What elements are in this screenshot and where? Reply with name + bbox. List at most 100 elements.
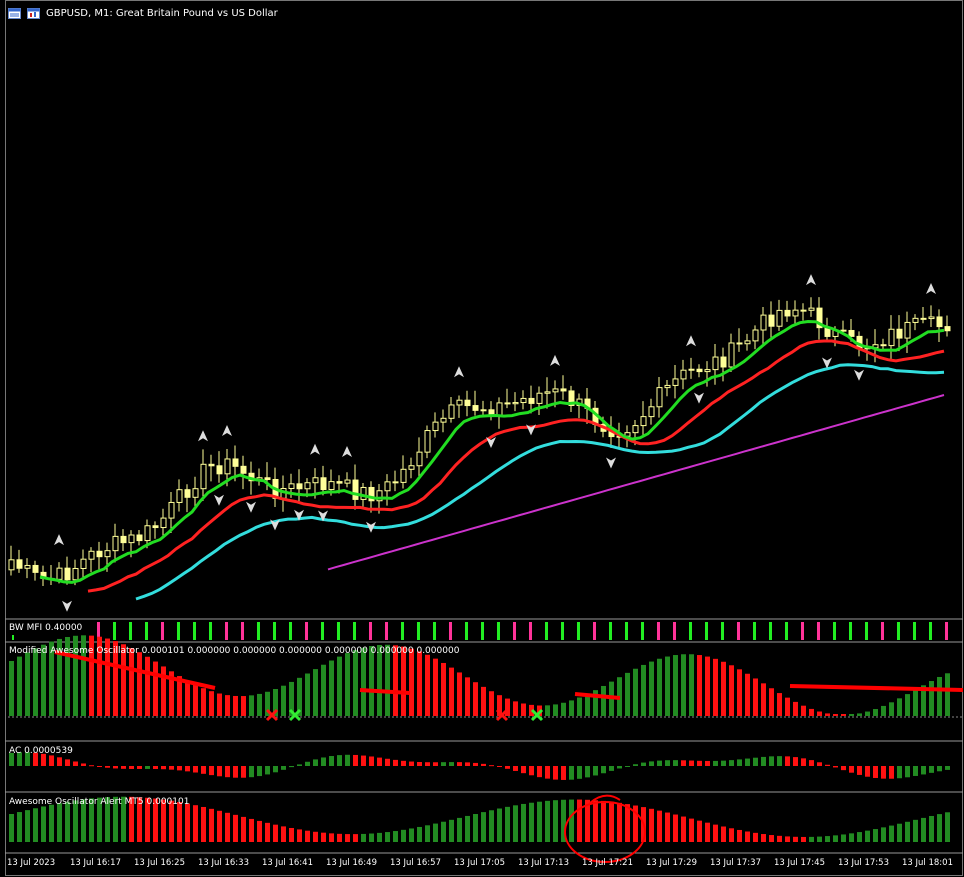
chart-type-icon[interactable] <box>27 7 40 19</box>
mao-bar <box>825 713 830 716</box>
aoa-bar <box>57 803 62 842</box>
aoa-bar <box>665 812 670 842</box>
ac-bar <box>665 760 670 766</box>
mfi-bar <box>401 622 404 640</box>
mao-bar <box>913 689 918 716</box>
aoa-bar <box>217 810 222 842</box>
mao-bar <box>353 650 358 716</box>
window-menu-icon[interactable] <box>8 7 21 19</box>
candle-body <box>88 550 95 560</box>
candle-body <box>168 501 175 519</box>
time-axis-label: 13 Jul 16:17 <box>70 858 121 868</box>
time-axis-label: 13 Jul 16:57 <box>390 858 441 868</box>
mfi-bar <box>417 622 420 640</box>
candle-body <box>448 404 455 419</box>
mfi-pane-label: BW MFI 0.40000 <box>9 623 83 633</box>
aoa-bar <box>521 803 526 842</box>
mao-bar <box>409 648 414 716</box>
mfi-bar <box>769 622 772 640</box>
aoa-bar <box>617 802 622 842</box>
mao-bar <box>249 695 254 716</box>
ac-bar <box>657 760 662 766</box>
aoa-bar <box>313 831 318 842</box>
ac-bar <box>753 757 758 766</box>
candle-body <box>912 317 919 323</box>
mfi-bar <box>641 622 644 640</box>
mfi-bar <box>609 622 612 640</box>
mao-bar <box>17 656 22 716</box>
fractal-down-arrow <box>246 501 256 513</box>
aoa-bar <box>401 829 406 842</box>
aoa-bar <box>721 826 726 842</box>
candle-body <box>104 550 111 558</box>
aoa-bar <box>385 832 390 842</box>
aoa-bar <box>465 815 470 842</box>
mfi-bar <box>785 622 788 640</box>
chart-window[interactable]: GBPUSD, M1: Great Britain Pound vs US Do… <box>0 0 964 877</box>
mao-bar <box>945 673 950 716</box>
candle-body <box>640 416 647 427</box>
mfi-bar <box>289 622 292 640</box>
ac-bar <box>513 766 518 771</box>
ac-bar <box>409 761 414 766</box>
mao-bar <box>761 683 766 716</box>
aoa-bar <box>689 818 694 842</box>
fractal-up-arrow <box>550 354 560 366</box>
mfi-bar <box>321 622 324 640</box>
mfi-bar <box>449 622 452 640</box>
mao-bar <box>841 714 846 716</box>
aoa-bar <box>729 828 734 842</box>
ac-bar <box>641 762 646 766</box>
candle-body <box>936 316 943 328</box>
candle-body <box>736 342 743 345</box>
aoa-bar <box>897 823 902 842</box>
ac-bar <box>873 766 878 778</box>
mao-bar <box>241 696 246 716</box>
ac-bar <box>369 756 374 766</box>
ac-bar <box>225 766 230 778</box>
ac-bar <box>337 755 342 766</box>
candle-body <box>480 409 487 412</box>
mfi-bar <box>305 622 308 640</box>
mao-bar <box>737 669 742 716</box>
ac-bar <box>553 766 558 780</box>
time-axis-label: 13 Jul 2023 <box>7 858 56 868</box>
mao-bar <box>809 708 814 716</box>
ac-bar <box>201 766 206 774</box>
aoa-bar <box>337 833 342 842</box>
mao-bar <box>833 714 838 716</box>
candle-body <box>848 329 855 337</box>
aoa-bar <box>793 836 798 842</box>
mao-bar <box>929 681 934 716</box>
ac-bar <box>185 766 190 772</box>
time-axis-label: 13 Jul 18:01 <box>902 858 953 868</box>
aoa-bar <box>41 806 46 842</box>
ac-bar <box>625 766 630 767</box>
aoa-bar <box>553 800 558 842</box>
ac-bar <box>609 766 614 771</box>
candle-body <box>752 329 759 342</box>
aoa-bar <box>529 802 534 842</box>
mao-bar <box>489 691 494 716</box>
aoa-bar <box>673 814 678 842</box>
aoa-bar <box>193 805 198 842</box>
fractal-down-arrow <box>854 369 864 381</box>
ac-pane-label: AC 0.0000539 <box>9 746 73 756</box>
mao-bar <box>473 682 478 716</box>
mfi-bar <box>161 622 164 640</box>
ac-bar <box>425 762 430 766</box>
ac-bar <box>97 766 102 767</box>
aoa-bar <box>257 820 262 842</box>
aoa-bar <box>809 836 814 842</box>
candle-body <box>704 369 711 373</box>
candle-body <box>496 402 503 417</box>
main-chart-canvas[interactable] <box>0 0 964 877</box>
candle-body <box>472 405 479 411</box>
mao-bar <box>785 697 790 716</box>
mfi-bar <box>129 622 132 640</box>
mao-bar <box>897 698 902 716</box>
aoa-bar <box>345 834 350 842</box>
ac-bar <box>353 754 358 766</box>
aoa-bar <box>649 808 654 842</box>
mfi-bar <box>625 622 628 640</box>
